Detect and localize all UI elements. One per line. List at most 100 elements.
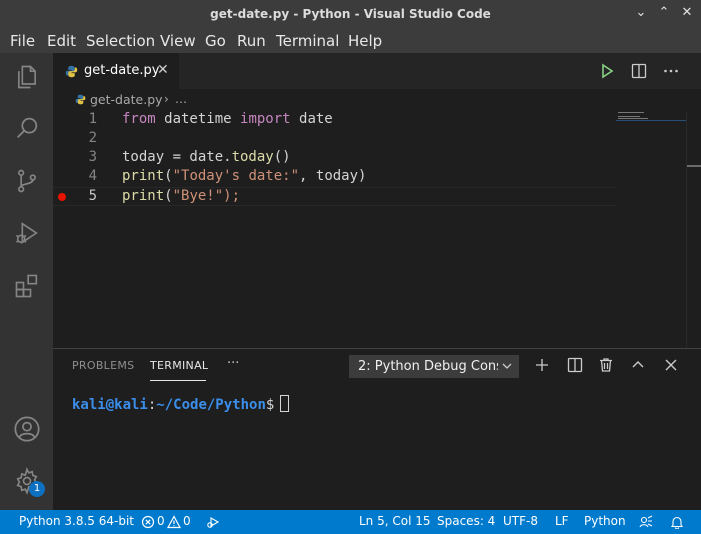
line-code: print("Today's date:", today) <box>122 168 366 184</box>
code-line[interactable]: 2 <box>53 130 616 149</box>
code-token: print <box>122 168 165 184</box>
extensions-icon[interactable] <box>13 272 41 300</box>
feedback-icon[interactable] <box>639 515 653 529</box>
split-editor-icon[interactable] <box>630 62 648 80</box>
cursor-position[interactable]: Ln 5, Col 15 <box>359 514 431 528</box>
tab-terminal[interactable]: TERMINAL <box>150 359 208 372</box>
code-token: ( <box>164 188 173 204</box>
warning-icon <box>167 515 181 529</box>
menu-help[interactable]: Help <box>348 32 382 50</box>
indentation[interactable]: Spaces: 4 <box>437 514 495 528</box>
panel-more-icon[interactable]: ··· <box>227 356 239 371</box>
editor-scrollbar[interactable] <box>686 111 701 348</box>
menu-edit[interactable]: Edit <box>47 32 76 50</box>
menu-view[interactable]: View <box>160 32 196 50</box>
tab-label: get-date.py <box>84 63 160 78</box>
tab-close-icon[interactable]: ✕ <box>157 62 169 78</box>
terminal-dollar: $ <box>265 397 275 413</box>
error-count[interactable]: 0 <box>157 514 165 528</box>
breadcrumb: get-date.py › … <box>53 89 701 111</box>
code-line[interactable]: 1 from datetime import date <box>53 111 616 130</box>
code-token: today = date. <box>122 149 232 165</box>
scrollbar-thumb[interactable] <box>687 165 701 167</box>
minimap[interactable] <box>616 111 686 131</box>
active-tab-indicator <box>150 380 206 381</box>
code-line[interactable]: 5 print("Bye!"); <box>53 187 616 206</box>
minimize-button[interactable]: ⌄ <box>632 4 650 22</box>
search-icon[interactable] <box>13 114 41 142</box>
line-code: print("Bye!"); <box>122 188 240 204</box>
menu-terminal[interactable]: Terminal <box>276 32 339 50</box>
title-bar: get-date.py - Python - Visual Studio Cod… <box>0 0 701 29</box>
breakpoint-icon[interactable] <box>58 193 66 201</box>
split-terminal-icon[interactable] <box>566 356 584 374</box>
new-terminal-icon[interactable] <box>533 356 551 374</box>
menu-go[interactable]: Go <box>205 32 226 50</box>
tab-get-date-py[interactable]: get-date.py ✕ <box>53 53 179 89</box>
bottom-panel: PROBLEMS TERMINAL ··· 2: Python Debug Co… <box>53 348 701 510</box>
run-file-icon[interactable] <box>598 62 616 80</box>
notifications-bell-icon[interactable] <box>670 515 684 529</box>
terminal-select[interactable]: 2: Python Debug Console <box>349 355 519 378</box>
run-debug-icon[interactable] <box>13 219 41 247</box>
code-token: ); <box>223 188 241 204</box>
tab-problems[interactable]: PROBLEMS <box>72 359 134 372</box>
terminal-path: ~/Code/Python <box>156 397 266 413</box>
account-icon[interactable] <box>13 415 41 443</box>
code-token: from <box>122 111 156 127</box>
close-window-button[interactable]: ✕ <box>678 4 696 22</box>
menu-selection[interactable]: Selection <box>86 32 155 50</box>
terminal-user: kali@kali <box>72 397 148 413</box>
line-number: 5 <box>88 188 97 204</box>
python-file-icon <box>75 94 86 105</box>
code-editor[interactable]: 1 from datetime import date 2 3 today = date… <box>53 111 701 348</box>
terminal-prompt[interactable]: kali@kali:~/Code/Python$ <box>72 395 290 413</box>
line-number: 1 <box>88 111 97 127</box>
maximize-button[interactable]: ⌃ <box>655 4 673 22</box>
line-number: 3 <box>88 149 97 165</box>
line-code: from datetime import date <box>122 111 333 127</box>
breadcrumb-separator: › <box>164 92 169 106</box>
menu-run[interactable]: Run <box>237 32 266 50</box>
code-token: ( <box>164 168 173 184</box>
chevron-down-icon <box>502 363 512 369</box>
code-token: datetime <box>155 111 241 127</box>
activity-bar: 1 <box>0 53 53 510</box>
code-token: , today) <box>299 168 367 184</box>
code-token: date <box>290 111 333 127</box>
line-code: today = date.today() <box>122 149 291 165</box>
language-mode[interactable]: Python <box>584 514 626 528</box>
breadcrumb-file[interactable]: get-date.py <box>90 92 163 107</box>
breadcrumb-more[interactable]: … <box>175 92 187 106</box>
debug-status-icon[interactable] <box>206 515 220 529</box>
python-interpreter[interactable]: Python 3.8.5 64-bit <box>19 514 134 528</box>
python-file-icon <box>65 65 78 78</box>
code-token: today <box>231 149 274 165</box>
terminal-select-value: 2: Python Debug Console <box>358 359 498 374</box>
warning-count[interactable]: 0 <box>183 514 191 528</box>
menu-file[interactable]: File <box>10 32 35 50</box>
settings-badge: 1 <box>29 481 45 497</box>
file-encoding[interactable]: UTF-8 <box>503 514 538 528</box>
code-token: print <box>122 188 165 204</box>
source-control-icon[interactable] <box>13 167 41 195</box>
line-number: 4 <box>88 168 97 184</box>
end-of-line[interactable]: LF <box>555 514 569 528</box>
code-token: "Today's date:" <box>172 168 300 184</box>
code-token: "Bye!" <box>172 188 224 204</box>
kill-terminal-icon[interactable] <box>597 356 615 374</box>
code-token: import <box>240 111 291 127</box>
error-icon <box>141 515 155 529</box>
line-number: 2 <box>88 130 97 146</box>
menu-bar: File Edit Selection View Go Run Terminal… <box>0 29 701 53</box>
maximize-panel-icon[interactable] <box>629 356 647 374</box>
code-line[interactable]: 4 print("Today's date:", today) <box>53 168 616 187</box>
code-line[interactable]: 3 today = date.today() <box>53 149 616 168</box>
close-panel-icon[interactable] <box>662 356 680 374</box>
terminal-cursor <box>280 395 290 412</box>
more-actions-icon[interactable] <box>662 62 680 80</box>
status-bar: Python 3.8.5 64-bit 0 0 Ln 5, Col 15 Spa… <box>0 510 701 534</box>
code-token: () <box>273 149 291 165</box>
window-title: get-date.py - Python - Visual Studio Cod… <box>210 7 491 21</box>
explorer-icon[interactable] <box>13 63 41 91</box>
